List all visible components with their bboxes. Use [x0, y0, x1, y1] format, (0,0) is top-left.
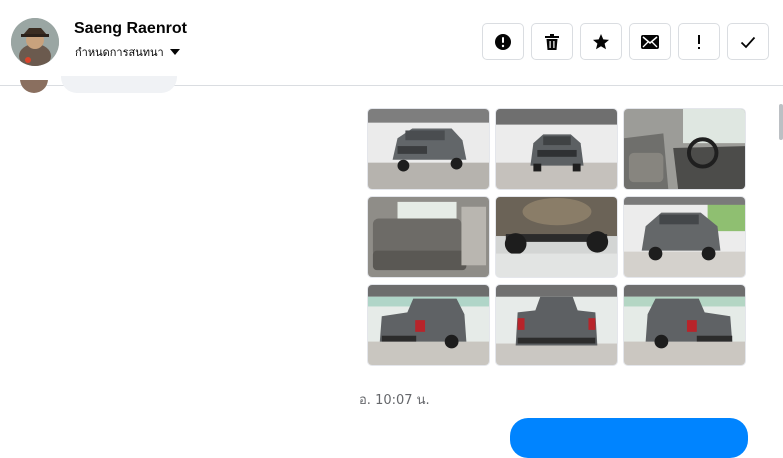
- conversation-header: Saeng Raenrot กำหนดการสนทนา: [0, 0, 783, 86]
- star-button[interactable]: [580, 23, 622, 60]
- photo-attachment[interactable]: [495, 284, 618, 366]
- photo-attachment[interactable]: [367, 284, 490, 366]
- photo-attachment[interactable]: [495, 196, 618, 278]
- checkmark-icon: [740, 36, 756, 48]
- header-actions: [482, 23, 769, 60]
- photo-attachment[interactable]: [623, 196, 746, 278]
- mark-unread-button[interactable]: [629, 23, 671, 60]
- contact-name[interactable]: Saeng Raenrot: [74, 20, 187, 38]
- report-button[interactable]: [482, 23, 524, 60]
- conversation-options-label: กำหนดการสนทนา: [75, 46, 164, 59]
- done-button[interactable]: [727, 23, 769, 60]
- conversation-options[interactable]: กำหนดการสนทนา: [75, 43, 180, 61]
- photo-attachment[interactable]: [367, 108, 490, 190]
- sender-avatar-small: [20, 80, 48, 93]
- outgoing-message-bubble[interactable]: [510, 418, 748, 458]
- star-icon: [593, 33, 609, 49]
- photo-attachment[interactable]: [495, 108, 618, 190]
- scrollbar-thumb[interactable]: [779, 104, 783, 140]
- exclamation-icon: [698, 34, 700, 49]
- message-timestamp: อ. 10:07 น.: [359, 393, 430, 408]
- caret-down-icon: [169, 49, 180, 55]
- previous-message-bubble[interactable]: [61, 76, 177, 93]
- photo-attachment[interactable]: [623, 108, 746, 190]
- delete-button[interactable]: [531, 23, 573, 60]
- priority-button[interactable]: [678, 23, 720, 60]
- trash-icon: [545, 33, 559, 50]
- photo-attachment[interactable]: [623, 284, 746, 366]
- photo-attachment[interactable]: [367, 196, 490, 278]
- photo-grid: [367, 108, 746, 366]
- contact-avatar[interactable]: [11, 18, 59, 66]
- envelope-icon: [641, 34, 659, 49]
- alert-circle-icon: [495, 33, 511, 50]
